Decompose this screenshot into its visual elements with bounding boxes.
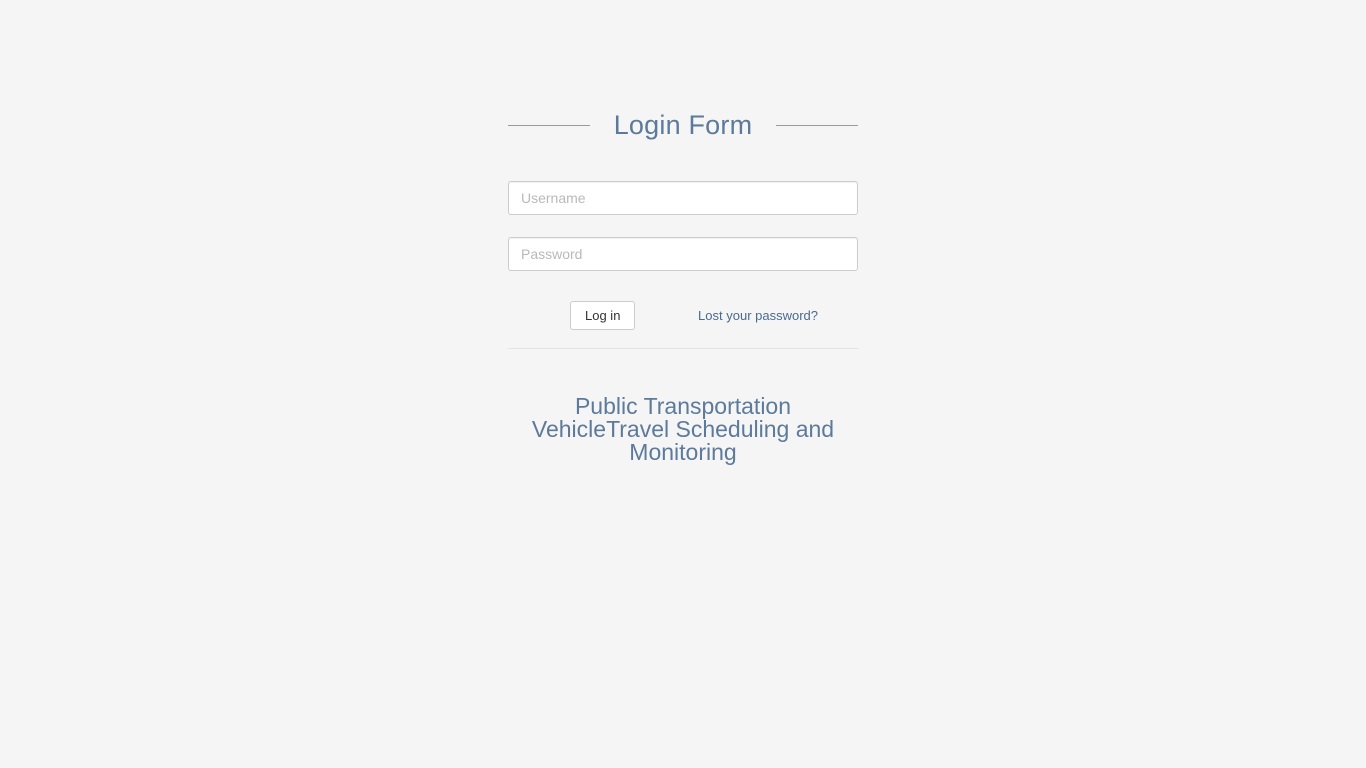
actions-row: Log in Lost your password? <box>508 293 858 349</box>
lost-password-link[interactable]: Lost your password? <box>698 308 818 323</box>
login-button[interactable]: Log in <box>570 301 635 330</box>
login-form: Log in Lost your password? <box>508 181 858 349</box>
username-row <box>508 181 858 215</box>
divider-right <box>776 125 858 126</box>
username-input[interactable] <box>508 181 858 215</box>
divider-left <box>508 125 590 126</box>
password-input[interactable] <box>508 237 858 271</box>
title-row: Login Form <box>508 110 858 141</box>
password-row <box>508 237 858 271</box>
page-title: Login Form <box>614 110 753 141</box>
app-subtitle: Public Transportation VehicleTravel Sche… <box>508 395 858 464</box>
login-container: Login Form Log in Lost your password? Pu… <box>508 0 858 464</box>
